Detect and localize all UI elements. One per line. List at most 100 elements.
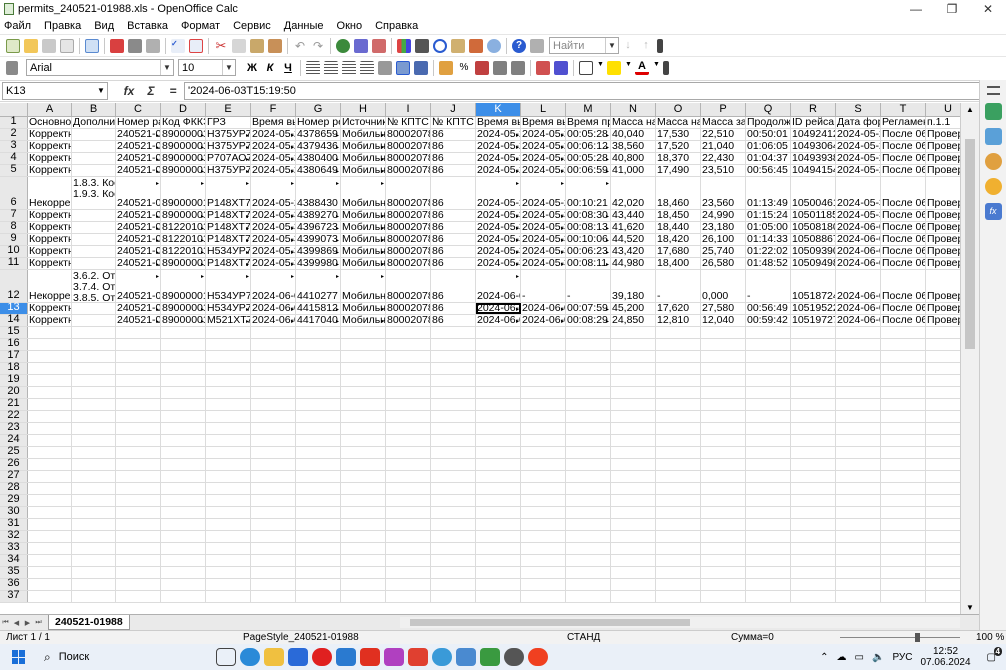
redo-icon[interactable]: ↷	[311, 39, 325, 53]
cell[interactable]	[206, 531, 251, 542]
zoom-slider[interactable]	[840, 637, 960, 638]
cell[interactable]	[386, 339, 431, 350]
cell[interactable]	[386, 483, 431, 494]
cell[interactable]: 80002078	[386, 315, 431, 326]
cell[interactable]: 86	[431, 315, 476, 326]
cell[interactable]	[206, 459, 251, 470]
cell[interactable]	[28, 579, 72, 590]
cell[interactable]	[206, 555, 251, 566]
cell[interactable]	[296, 411, 341, 422]
cell[interactable]	[656, 459, 701, 470]
cell[interactable]	[656, 591, 701, 602]
cell[interactable]	[251, 363, 296, 374]
cell[interactable]	[431, 591, 476, 602]
cut-icon[interactable]: ✂	[214, 38, 228, 53]
cell[interactable]	[72, 351, 116, 362]
cell[interactable]	[476, 507, 521, 518]
cell[interactable]	[251, 351, 296, 362]
cell[interactable]: Номер ра	[116, 117, 161, 128]
toolbar-options-icon[interactable]	[657, 38, 663, 53]
cell[interactable]: 45,200	[611, 303, 656, 314]
cell[interactable]	[836, 519, 881, 530]
column-header-g[interactable]: G	[296, 103, 341, 117]
cell[interactable]	[206, 327, 251, 338]
cell[interactable]	[791, 555, 836, 566]
cell[interactable]: 86	[431, 234, 476, 245]
cell[interactable]	[72, 507, 116, 518]
chart-icon[interactable]	[397, 38, 411, 53]
cell[interactable]	[881, 447, 926, 458]
cell[interactable]	[881, 339, 926, 350]
cell[interactable]	[746, 411, 791, 422]
cell[interactable]: 01:13:49	[746, 177, 791, 209]
cell[interactable]: 18,370	[656, 153, 701, 164]
cell[interactable]	[566, 399, 611, 410]
cell[interactable]: 4388430 ▸	[296, 177, 341, 209]
cell[interactable]	[28, 531, 72, 542]
cell[interactable]: 2024-06-0 ▸	[251, 270, 296, 302]
cell[interactable]	[28, 495, 72, 506]
cell[interactable]	[72, 447, 116, 458]
cell[interactable]	[72, 555, 116, 566]
cell[interactable]: 80002078	[386, 210, 431, 221]
cell[interactable]: 17,490	[656, 165, 701, 176]
navigator-panel-icon[interactable]	[984, 178, 1002, 195]
cell[interactable]: 00:07:59 ▸	[566, 303, 611, 314]
cell[interactable]	[656, 531, 701, 542]
cell[interactable]	[656, 567, 701, 578]
cell[interactable]	[28, 519, 72, 530]
cell[interactable]	[341, 495, 386, 506]
cell[interactable]	[701, 555, 746, 566]
cell[interactable]	[72, 435, 116, 446]
cell[interactable]: 2024-05-2 ▸	[476, 177, 521, 209]
cell[interactable]	[566, 447, 611, 458]
cell[interactable]	[476, 435, 521, 446]
cell[interactable]	[476, 351, 521, 362]
cell[interactable]: 43,420	[611, 246, 656, 257]
cell[interactable]	[476, 327, 521, 338]
cell[interactable]	[881, 387, 926, 398]
cell[interactable]	[296, 375, 341, 386]
cell[interactable]	[701, 423, 746, 434]
cell[interactable]: 2024-05-2 ▸	[521, 141, 566, 152]
cell[interactable]	[72, 363, 116, 374]
cell[interactable]	[386, 591, 431, 602]
cell[interactable]	[28, 567, 72, 578]
cell[interactable]	[116, 435, 161, 446]
cell[interactable]	[296, 591, 341, 602]
cell[interactable]: 00:08:30 ▸	[566, 210, 611, 221]
cell[interactable]	[116, 459, 161, 470]
cell[interactable]	[611, 579, 656, 590]
cell[interactable]	[296, 543, 341, 554]
cell[interactable]	[566, 411, 611, 422]
properties-icon[interactable]	[984, 103, 1002, 120]
cell[interactable]	[476, 555, 521, 566]
cell[interactable]	[206, 495, 251, 506]
cell[interactable]	[476, 567, 521, 578]
cell[interactable]	[28, 435, 72, 446]
menu-edit[interactable]: Правка	[44, 20, 81, 32]
cell[interactable]	[746, 387, 791, 398]
cell[interactable]	[386, 435, 431, 446]
cell[interactable]	[611, 495, 656, 506]
cell[interactable]	[386, 543, 431, 554]
cell[interactable]: Масса на	[611, 117, 656, 128]
cell[interactable]	[476, 423, 521, 434]
equals-icon[interactable]: =	[162, 84, 184, 98]
cell[interactable]	[28, 423, 72, 434]
cell[interactable]: Дата фор	[836, 117, 881, 128]
cell[interactable]	[431, 483, 476, 494]
cell[interactable]: 240521-0 ▸	[116, 270, 161, 302]
save-icon[interactable]	[42, 38, 56, 53]
cell[interactable]	[161, 543, 206, 554]
cell[interactable]	[656, 579, 701, 590]
cell[interactable]: № КПТС	[386, 117, 431, 128]
cell[interactable]	[72, 411, 116, 422]
task-view-icon[interactable]	[216, 648, 236, 666]
cell[interactable]: 4380400 ▸	[296, 153, 341, 164]
cell[interactable]	[701, 495, 746, 506]
cell[interactable]	[881, 471, 926, 482]
cell[interactable]	[521, 531, 566, 542]
cell[interactable]: 00:05:28 ▸	[566, 129, 611, 140]
cell[interactable]	[341, 327, 386, 338]
